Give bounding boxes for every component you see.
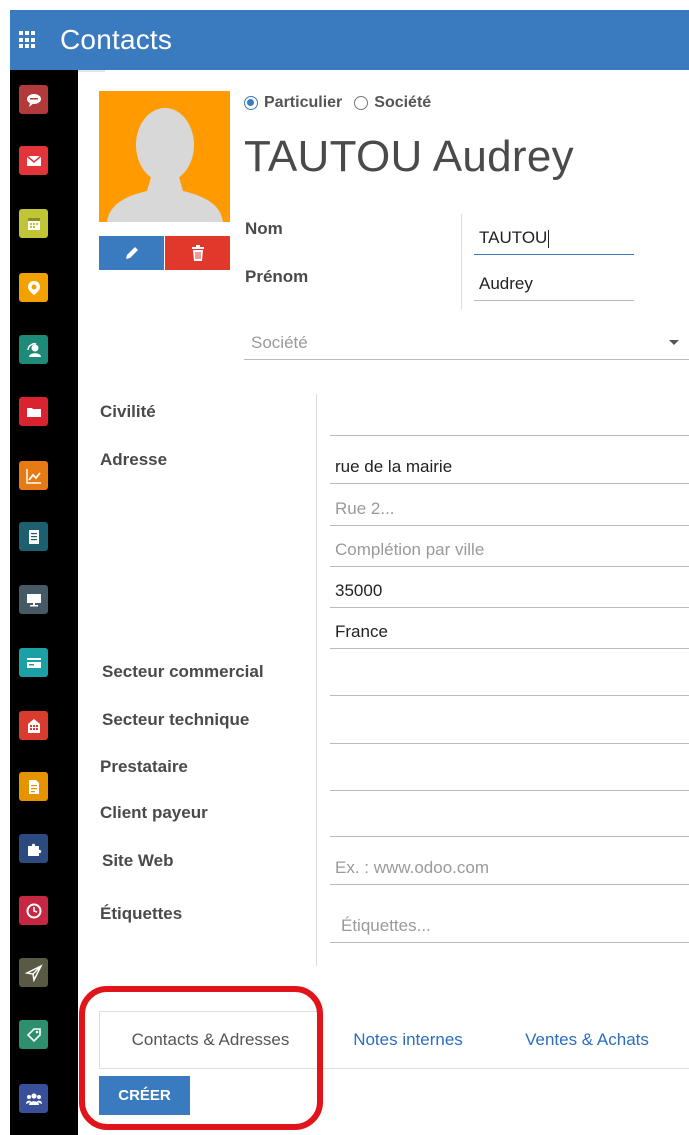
globe-icon bbox=[27, 718, 40, 733]
prestataire-label: Prestataire bbox=[100, 757, 188, 776]
street-input[interactable]: rue de la mairie bbox=[330, 444, 689, 484]
calendar-icon bbox=[27, 217, 40, 230]
street-value: rue de la mairie bbox=[335, 457, 453, 476]
sidebar-item-timesheet[interactable] bbox=[19, 896, 48, 925]
sidebar-item-reporting[interactable] bbox=[19, 461, 48, 490]
document-icon bbox=[28, 779, 39, 794]
app-title: Contacts bbox=[60, 24, 173, 55]
societe-placeholder: Société bbox=[251, 333, 308, 352]
secteur-commercial-label: Secteur commercial bbox=[102, 662, 264, 681]
puzzle-icon bbox=[27, 843, 41, 856]
annotation-highlight bbox=[79, 986, 323, 1130]
client-payeur-label: Client payeur bbox=[100, 803, 208, 822]
sidebar-item-documents[interactable] bbox=[19, 397, 48, 426]
monitor-icon bbox=[26, 593, 41, 606]
sidebar-item-apps[interactable] bbox=[19, 834, 48, 863]
street2-input[interactable]: Rue 2... bbox=[330, 486, 689, 526]
contact-avatar[interactable] bbox=[99, 91, 230, 222]
sidebar-item-pos[interactable] bbox=[19, 585, 48, 614]
app-sidebar bbox=[10, 70, 78, 1135]
client-payeur-input[interactable] bbox=[330, 797, 689, 837]
zip-input[interactable]: 35000 bbox=[330, 568, 689, 608]
etiquettes-input[interactable]: Étiquettes... bbox=[330, 899, 689, 943]
pencil-icon bbox=[125, 247, 138, 259]
top-navbar: Contacts bbox=[10, 10, 689, 70]
sidebar-item-chat[interactable] bbox=[19, 85, 48, 114]
card-icon bbox=[26, 657, 41, 668]
street2-placeholder: Rue 2... bbox=[335, 499, 395, 518]
grid-icon[interactable] bbox=[19, 31, 37, 49]
send-icon bbox=[24, 963, 43, 982]
civilite-select[interactable] bbox=[330, 396, 689, 436]
radio-particulier[interactable] bbox=[244, 96, 258, 110]
sidebar-item-calendar[interactable] bbox=[19, 209, 48, 238]
site-web-placeholder: Ex. : www.odoo.com bbox=[335, 858, 490, 877]
nom-input-value: TAUTOU bbox=[479, 228, 548, 247]
content-divider bbox=[78, 70, 105, 72]
tab-notes-internes[interactable]: Notes internes bbox=[333, 1011, 483, 1068]
sidebar-item-mail[interactable] bbox=[19, 146, 48, 175]
delete-avatar-button[interactable] bbox=[165, 236, 230, 270]
secteur-commercial-input[interactable] bbox=[330, 656, 689, 696]
map-pin-icon bbox=[27, 280, 40, 295]
country-select[interactable]: France bbox=[330, 609, 689, 649]
sidebar-item-maps[interactable] bbox=[19, 273, 48, 302]
sidebar-item-contacts[interactable] bbox=[19, 335, 48, 364]
chat-icon bbox=[26, 93, 41, 107]
nom-input[interactable]: TAUTOU bbox=[474, 215, 634, 255]
sidebar-item-invoicing[interactable] bbox=[19, 648, 48, 677]
field-separator bbox=[316, 394, 317, 966]
radio-particulier-label[interactable]: Particulier bbox=[264, 94, 342, 112]
adresse-label: Adresse bbox=[100, 450, 168, 469]
site-web-input[interactable]: Ex. : www.odoo.com bbox=[330, 845, 689, 885]
sidebar-item-discuss[interactable] bbox=[19, 958, 48, 987]
sidebar-item-sheets[interactable] bbox=[19, 522, 48, 551]
etiquettes-placeholder: Étiquettes... bbox=[341, 916, 431, 935]
sidebar-item-website[interactable] bbox=[19, 711, 48, 740]
edit-avatar-button[interactable] bbox=[99, 236, 164, 270]
headset-icon bbox=[26, 342, 41, 357]
trash-icon bbox=[191, 245, 204, 261]
mail-icon bbox=[26, 154, 41, 166]
city-placeholder: Complétion par ville bbox=[335, 540, 485, 559]
chevron-down-icon[interactable] bbox=[669, 340, 679, 345]
avatar-placeholder-icon bbox=[107, 108, 223, 222]
chart-icon bbox=[25, 468, 41, 484]
sidebar-item-employees[interactable] bbox=[19, 1084, 48, 1113]
etiquettes-label: Étiquettes bbox=[100, 904, 183, 923]
prenom-label: Prénom bbox=[245, 267, 309, 286]
city-input[interactable]: Complétion par ville bbox=[330, 527, 689, 567]
users-icon bbox=[25, 1092, 42, 1105]
text-cursor bbox=[548, 230, 550, 248]
radio-societe[interactable] bbox=[354, 96, 369, 110]
zip-value: 35000 bbox=[335, 581, 383, 600]
clock-icon bbox=[26, 903, 41, 918]
prenom-input-value: Audrey bbox=[479, 274, 533, 293]
sidebar-item-tags[interactable] bbox=[19, 1020, 48, 1049]
tag-icon bbox=[26, 1027, 41, 1042]
country-value: France bbox=[335, 622, 388, 641]
sheet-icon bbox=[28, 529, 39, 544]
secteur-technique-input[interactable] bbox=[330, 704, 689, 744]
societe-select[interactable]: Société bbox=[244, 322, 689, 360]
contact-display-name: TAUTOU Audrey bbox=[244, 132, 574, 181]
site-web-label: Site Web bbox=[102, 851, 174, 870]
radio-societe-label[interactable]: Société bbox=[374, 94, 431, 112]
civilite-label: Civilité bbox=[100, 402, 156, 421]
prenom-input[interactable]: Audrey bbox=[474, 261, 634, 301]
nom-label: Nom bbox=[245, 219, 283, 238]
tab-ventes-achats[interactable]: Ventes & Achats bbox=[502, 1011, 672, 1068]
folder-icon bbox=[26, 407, 41, 417]
sidebar-item-notes[interactable] bbox=[19, 772, 48, 801]
secteur-technique-label: Secteur technique bbox=[102, 710, 250, 729]
prestataire-input[interactable] bbox=[330, 751, 689, 791]
company-type-radio-group: Particulier Société bbox=[244, 94, 443, 112]
field-separator bbox=[461, 214, 462, 310]
